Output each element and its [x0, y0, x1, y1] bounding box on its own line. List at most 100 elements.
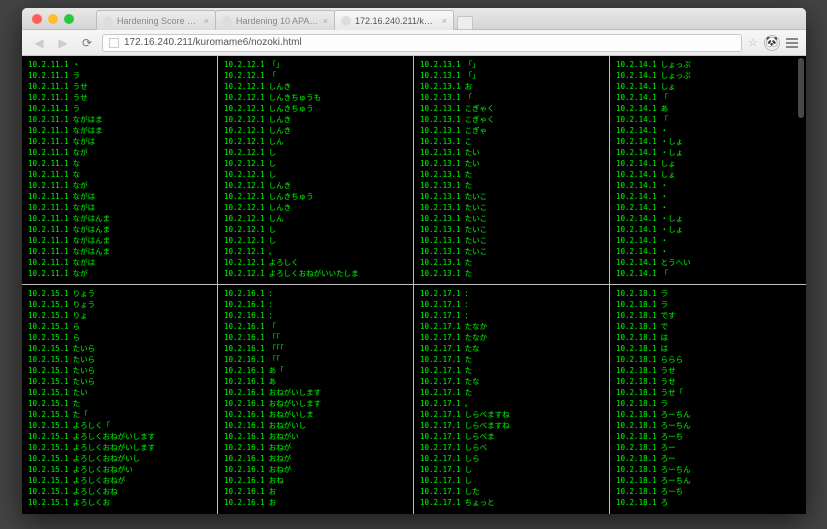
bookmark-star-icon[interactable]: ☆: [748, 36, 758, 49]
ip-address: 10.2.18.1: [616, 388, 657, 397]
log-line: 10.2.15.1よろしくおねがい: [28, 464, 211, 475]
ip-address: 10.2.13.1: [420, 203, 461, 212]
log-text: ・しょ: [661, 225, 684, 234]
tab-close-icon[interactable]: ×: [204, 16, 209, 26]
log-text: たいこ: [465, 192, 488, 201]
tab-close-icon[interactable]: ×: [323, 16, 328, 26]
forward-button[interactable]: ▶: [54, 34, 72, 52]
log-line: 10.2.14.1・: [616, 235, 800, 246]
tab[interactable]: Hardening Score Board×: [96, 10, 216, 30]
log-line: 10.2.16.1：: [224, 299, 407, 310]
log-line: 10.2.18.1うせ: [616, 376, 800, 387]
close-button[interactable]: [32, 14, 42, 24]
page-content: 10.2.11.1・10.2.11.1ラ10.2.11.1うせ10.2.11.1…: [22, 56, 806, 514]
log-text: 「: [465, 93, 473, 102]
log-text: ラ: [661, 399, 669, 408]
ip-address: 10.2.18.1: [616, 311, 657, 320]
log-line: 10.2.15.1よろしく「: [28, 420, 211, 431]
log-text: あ: [269, 377, 277, 386]
log-text: たいら: [73, 344, 96, 353]
log-line: 10.2.18.1です: [616, 310, 800, 321]
ip-address: 10.2.18.1: [616, 476, 657, 485]
log-line: 10.2.17.1した: [420, 486, 603, 497]
log-text: しんき: [269, 115, 292, 124]
log-text: ・: [661, 236, 669, 245]
log-line: 10.2.16.1「「: [224, 332, 407, 343]
monitor-cell: 10.2.17.1：10.2.17.1：10.2.17.1：10.2.17.1た…: [414, 285, 609, 514]
log-text: たいら: [73, 355, 96, 364]
log-line: 10.2.15.1たいら: [28, 376, 211, 387]
extension-icon[interactable]: 🐼: [764, 35, 780, 51]
menu-button[interactable]: [786, 38, 798, 48]
log-text: しらべ: [465, 443, 488, 452]
log-text: しら: [465, 454, 480, 463]
log-text: ：: [269, 311, 277, 320]
log-line: 10.2.13.1たい: [420, 158, 603, 169]
log-text: ：: [465, 300, 473, 309]
ip-address: 10.2.15.1: [28, 322, 69, 331]
ip-address: 10.2.14.1: [616, 247, 657, 256]
log-line: 10.2.15.1ら: [28, 332, 211, 343]
log-text: た: [465, 170, 473, 179]
ip-address: 10.2.13.1: [420, 137, 461, 146]
ip-address: 10.2.12.1: [224, 258, 265, 267]
log-line: 10.2.13.1こぎゃく: [420, 103, 603, 114]
ip-address: 10.2.14.1: [616, 82, 657, 91]
ip-address: 10.2.15.1: [28, 355, 69, 364]
ip-address: 10.2.14.1: [616, 181, 657, 190]
ip-address: 10.2.13.1: [420, 192, 461, 201]
ip-address: 10.2.17.1: [420, 355, 461, 364]
log-line: 10.2.12.1しんきちゅう: [224, 191, 407, 202]
ip-address: 10.2.12.1: [224, 214, 265, 223]
log-text: ろーちん: [661, 465, 691, 474]
log-text: たな: [465, 344, 480, 353]
tab[interactable]: Hardening 10 APAC Moni×: [215, 10, 335, 30]
log-text: たなか: [465, 322, 488, 331]
log-line: 10.2.17.1し: [420, 475, 603, 486]
log-line: 10.2.16.1おねが: [224, 453, 407, 464]
log-line: 10.2.18.1ろ: [616, 497, 800, 508]
ip-address: 10.2.11.1: [28, 137, 69, 146]
log-text: うせ: [661, 377, 676, 386]
log-line: 10.2.18.1 ろーちん: [616, 464, 800, 475]
ip-address: 10.2.17.1: [420, 421, 461, 430]
ip-address: 10.2.18.1: [616, 465, 657, 474]
log-line: 10.2.17.1 た: [420, 387, 603, 398]
ip-address: 10.2.17.1: [420, 388, 461, 397]
zoom-button[interactable]: [64, 14, 74, 24]
log-line: 10.2.18.1ラ: [616, 288, 800, 299]
ip-address: 10.2.17.1: [420, 432, 461, 441]
log-text: ・: [661, 192, 669, 201]
log-text: うせ「: [661, 388, 684, 397]
log-text: 。: [465, 399, 473, 408]
ip-address: 10.2.14.1: [616, 159, 657, 168]
tab-close-icon[interactable]: ×: [442, 16, 447, 26]
log-text: うせ: [661, 366, 676, 375]
log-line: 10.2.13.1こ: [420, 136, 603, 147]
scrollbar[interactable]: [798, 58, 804, 118]
log-line: 10.2.17.1：: [420, 288, 603, 299]
reload-button[interactable]: ⟳: [78, 34, 96, 52]
log-text: りょ: [73, 311, 88, 320]
log-text: た: [465, 269, 473, 278]
log-text: よろしくおねがいします: [73, 432, 156, 441]
log-line: 10.2.11.1・: [28, 59, 211, 70]
minimize-button[interactable]: [48, 14, 58, 24]
ip-address: 10.2.15.1: [28, 421, 69, 430]
ip-address: 10.2.15.1: [28, 410, 69, 419]
log-text: ・: [73, 60, 81, 69]
log-text: しんき: [269, 203, 292, 212]
log-line: 10.2.15.1よろしくおねがいします: [28, 442, 211, 453]
log-text: し: [269, 236, 277, 245]
log-text: た: [465, 388, 473, 397]
ip-address: 10.2.18.1: [616, 322, 657, 331]
back-button[interactable]: ◀: [30, 34, 48, 52]
ip-address: 10.2.16.1: [224, 432, 265, 441]
monitor-cell: 10.2.11.1・10.2.11.1ラ10.2.11.1うせ10.2.11.1…: [22, 56, 217, 285]
address-bar[interactable]: 172.16.240.211/kuromame6/nozoki.html: [102, 34, 742, 52]
log-text: ラ: [661, 300, 669, 309]
new-tab-button[interactable]: [457, 16, 473, 30]
page-icon: [109, 38, 119, 48]
ip-address: 10.2.18.1: [616, 300, 657, 309]
tab[interactable]: 172.16.240.211/kuroma×: [334, 10, 454, 30]
